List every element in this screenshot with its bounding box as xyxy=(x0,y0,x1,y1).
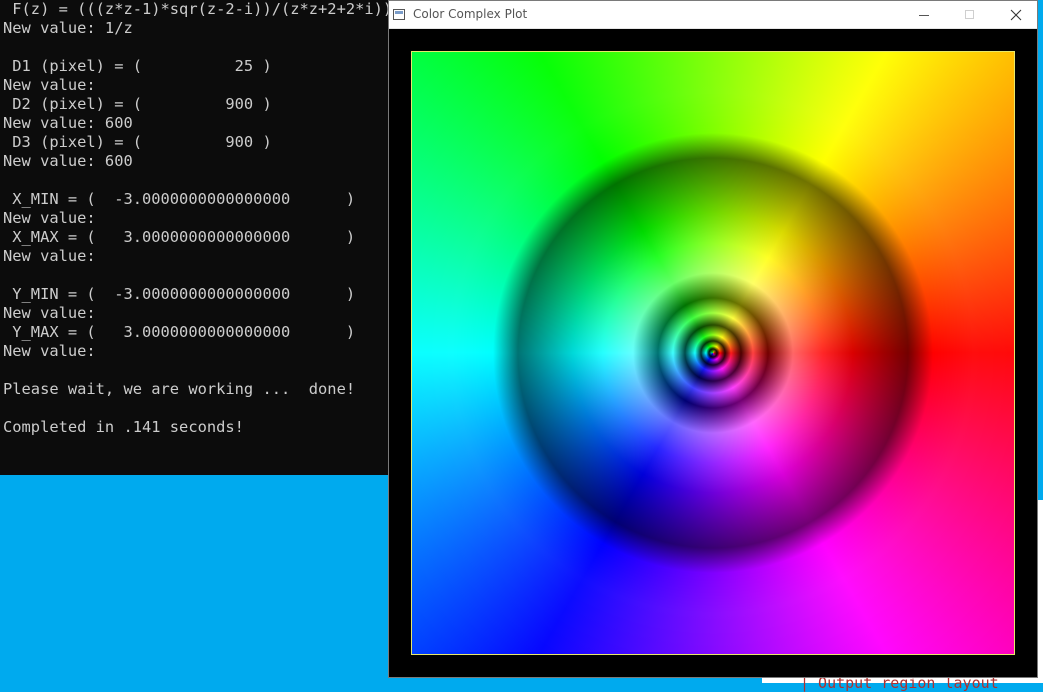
console-line: New value: 600 xyxy=(3,114,133,132)
console-line: New value: xyxy=(3,209,96,227)
console-line: D2 (pixel) = ( 900 ) xyxy=(3,95,272,113)
console-line: New value: xyxy=(3,76,96,94)
console-line: Completed in .141 seconds! xyxy=(3,418,244,436)
window-title: Color Complex Plot xyxy=(413,7,528,21)
plot-shading xyxy=(412,52,1014,654)
console-line: X_MAX = ( 3.0000000000000000 ) xyxy=(3,228,356,246)
console-line: Y_MIN = ( -3.0000000000000000 ) xyxy=(3,285,356,303)
console-line: Please wait, we are working ... done! xyxy=(3,380,356,398)
close-button[interactable] xyxy=(993,1,1039,29)
console-line: D3 (pixel) = ( 900 ) xyxy=(3,133,272,151)
console-line: New value: xyxy=(3,304,96,322)
app-window-icon xyxy=(393,9,405,20)
console-line: New value: 1/z xyxy=(3,19,133,37)
maximize-button[interactable] xyxy=(947,1,993,29)
console-line: New value: xyxy=(3,247,96,265)
console-line: New value: 600 xyxy=(3,152,133,170)
plot-window[interactable]: Color Complex Plot xyxy=(388,0,1038,678)
complex-plot-canvas xyxy=(411,51,1015,655)
console-window[interactable]: F(z) = (((z*z-1)*sqr(z-2-i))/(z*z+2+2*i)… xyxy=(0,0,392,475)
console-line: New value: xyxy=(3,342,96,360)
close-icon xyxy=(1010,9,1022,21)
console-line: F(z) = (((z*z-1)*sqr(z-2-i))/(z*z+2+2*i)… xyxy=(3,0,393,18)
console-line: X_MIN = ( -3.0000000000000000 ) xyxy=(3,190,356,208)
title-bar[interactable]: Color Complex Plot xyxy=(389,1,1037,29)
console-line: Y_MAX = ( 3.0000000000000000 ) xyxy=(3,323,356,341)
console-line: D1 (pixel) = ( 25 ) xyxy=(3,57,272,75)
minimize-button[interactable] xyxy=(901,1,947,29)
